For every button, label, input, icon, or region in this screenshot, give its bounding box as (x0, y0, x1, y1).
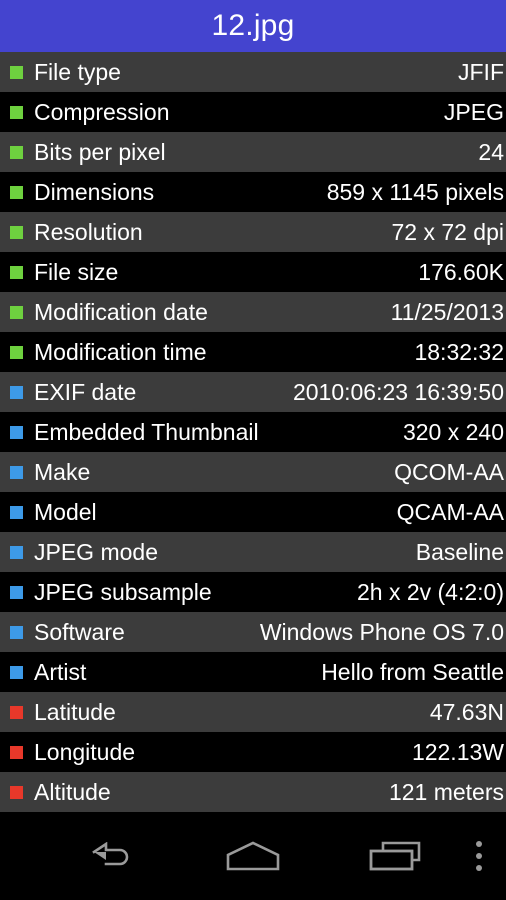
property-value: Baseline (415, 539, 504, 565)
property-label: File size (34, 259, 119, 285)
blue-square-icon (10, 505, 23, 519)
property-value: 2h x 2v (4:2:0) (356, 579, 504, 605)
blue-square-icon (10, 625, 23, 639)
property-row[interactable]: Make QCOM-AA (0, 452, 506, 492)
red-square-icon (10, 705, 23, 719)
property-value: 176.60K (418, 259, 504, 285)
property-value: 47.63N (429, 699, 504, 725)
property-row[interactable]: EXIF date 2010:06:23 16:39:50 (0, 372, 506, 412)
property-value: QCOM-AA (394, 459, 504, 485)
recents-icon (368, 840, 422, 872)
property-row[interactable]: File type JFIF (0, 52, 506, 92)
property-value: 11/25/2013 (390, 299, 504, 325)
property-label: Modification time (34, 339, 207, 365)
property-row[interactable]: Longitude 122.13W (0, 732, 506, 772)
property-value: JPEG (443, 99, 504, 125)
blue-square-icon (10, 665, 23, 679)
blue-square-icon (10, 385, 23, 399)
overflow-menu-button[interactable] (455, 812, 503, 900)
property-label: Longitude (34, 739, 136, 765)
back-button[interactable] (62, 812, 162, 900)
property-row[interactable]: JPEG subsample 2h x 2v (4:2:0) (0, 572, 506, 612)
property-row[interactable]: Resolution 72 x 72 dpi (0, 212, 506, 252)
app-window: 12.jpg File type JFIF Compression JPEG Bits … (0, 0, 506, 900)
green-square-icon (10, 65, 23, 79)
property-label: Resolution (34, 219, 143, 245)
property-value: Hello from Seattle (321, 659, 504, 685)
property-value: JFIF (458, 59, 504, 85)
property-row[interactable]: JPEG mode Baseline (0, 532, 506, 572)
property-row[interactable]: Artist Hello from Seattle (0, 652, 506, 692)
green-square-icon (10, 265, 23, 279)
property-value: 859 x 1145 pixels (326, 179, 504, 205)
property-value: 122.13W (411, 739, 504, 765)
property-row[interactable]: Model QCAM-AA (0, 492, 506, 532)
green-square-icon (10, 345, 23, 359)
red-square-icon (10, 745, 23, 759)
property-row[interactable]: Dimensions 859 x 1145 pixels (0, 172, 506, 212)
home-icon (225, 841, 281, 871)
green-square-icon (10, 225, 23, 239)
property-value: Windows Phone OS 7.0 (259, 619, 504, 645)
property-row[interactable]: Bits per pixel 24 (0, 132, 506, 172)
green-square-icon (10, 305, 23, 319)
image-properties-list: File type JFIF Compression JPEG Bits per pix… (0, 52, 506, 812)
red-square-icon (10, 785, 23, 799)
property-label: Artist (34, 659, 87, 685)
property-value: 18:32:32 (414, 339, 504, 365)
property-row[interactable]: Modification time 18:32:32 (0, 332, 506, 372)
property-value: 2010:06:23 16:39:50 (292, 379, 504, 405)
property-label: JPEG subsample (34, 579, 212, 605)
property-row[interactable]: File size 176.60K (0, 252, 506, 292)
property-row[interactable]: Embedded Thumbnail 320 x 240 (0, 412, 506, 452)
property-value: QCAM-AA (396, 499, 504, 525)
property-value: 24 (478, 139, 504, 165)
property-label: Make (34, 459, 91, 485)
property-value: 320 x 240 (402, 419, 504, 445)
back-icon (90, 842, 134, 870)
green-square-icon (10, 105, 23, 119)
home-button[interactable] (203, 812, 303, 900)
property-label: Embedded Thumbnail (34, 419, 259, 445)
property-label: Software (34, 619, 125, 645)
property-label: Model (34, 499, 97, 525)
property-label: File type (34, 59, 121, 85)
property-label: Bits per pixel (34, 139, 166, 165)
recents-button[interactable] (345, 812, 445, 900)
property-label: Altitude (34, 779, 111, 805)
navigation-bar (0, 812, 506, 900)
property-row[interactable]: Compression JPEG (0, 92, 506, 132)
green-square-icon (10, 145, 23, 159)
blue-square-icon (10, 425, 23, 439)
property-label: JPEG mode (34, 539, 158, 565)
property-row[interactable]: Modification date 11/25/2013 (0, 292, 506, 332)
property-label: Latitude (34, 699, 116, 725)
property-value: 121 meters (388, 779, 504, 805)
blue-square-icon (10, 545, 23, 559)
page-title: 12.jpg (211, 9, 295, 42)
property-label: Compression (34, 99, 170, 125)
property-label: Modification date (34, 299, 208, 325)
blue-square-icon (10, 465, 23, 479)
property-row[interactable]: Altitude 121 meters (0, 772, 506, 812)
property-row[interactable]: Latitude 47.63N (0, 692, 506, 732)
property-label: Dimensions (34, 179, 155, 205)
property-label: EXIF date (34, 379, 137, 405)
property-value: 72 x 72 dpi (391, 219, 504, 245)
overflow-icon (476, 841, 482, 871)
green-square-icon (10, 185, 23, 199)
title-bar: 12.jpg (0, 0, 506, 52)
blue-square-icon (10, 585, 23, 599)
property-row[interactable]: Software Windows Phone OS 7.0 (0, 612, 506, 652)
